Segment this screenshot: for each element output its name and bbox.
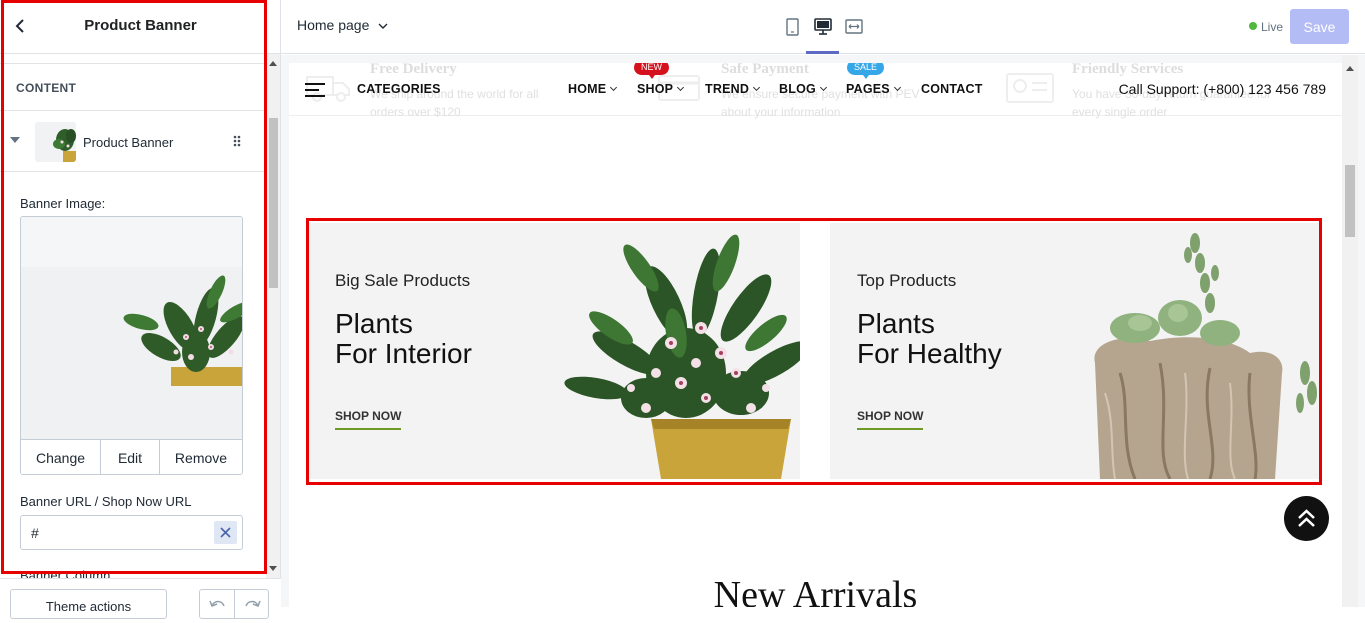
save-button[interactable]: Save — [1290, 9, 1349, 44]
new-badge: NEW — [634, 63, 669, 79]
clear-url-button[interactable] — [214, 521, 237, 544]
divider — [0, 63, 265, 64]
image-actions: Change Edit Remove — [21, 439, 242, 474]
edit-image-button[interactable]: Edit — [101, 440, 160, 474]
banner-url-label: Banner URL / Shop Now URL — [20, 494, 192, 509]
back-button[interactable] — [10, 15, 32, 37]
change-image-button[interactable]: Change — [21, 440, 101, 474]
scroll-up-icon[interactable] — [269, 61, 277, 66]
editor-sidebar: Product Banner CONTENT Product Banner Ba… — [0, 0, 281, 619]
live-status-label: Live — [1261, 20, 1284, 34]
collapse-caret-icon[interactable] — [10, 137, 20, 143]
remove-image-button[interactable]: Remove — [160, 440, 242, 474]
section-title: CONTENT — [16, 81, 77, 95]
sale-badge: SALE — [847, 63, 885, 79]
nav-item-trend[interactable]: TREND — [705, 82, 761, 96]
active-device-indicator — [806, 51, 839, 54]
image-picker: Change Edit Remove — [20, 216, 243, 475]
banner-url-input[interactable] — [31, 524, 211, 542]
banner-url-field[interactable] — [20, 515, 243, 550]
scrollbar-thumb[interactable] — [269, 118, 278, 288]
sidebar-scrollbar[interactable] — [266, 54, 280, 578]
sidebar-title: Product Banner — [84, 17, 197, 34]
undo-icon — [209, 600, 225, 607]
desktop-icon — [814, 18, 832, 35]
menu-icon[interactable] — [305, 83, 325, 97]
nav-item-contact[interactable]: CONTACT — [921, 82, 983, 96]
mobile-icon — [786, 18, 799, 36]
call-support: Call Support: (+800) 123 456 789 — [1118, 81, 1326, 97]
sidebar-footer: Theme actions — [0, 578, 281, 619]
store-navbar: CATEGORIES HOME SHOP NEW TREND BLOG PAGE… — [289, 63, 1342, 116]
shop-now-link[interactable]: SHOP NOW — [857, 409, 924, 430]
chevron-down-icon — [677, 83, 685, 92]
nav-item-home[interactable]: HOME — [568, 82, 618, 96]
block-item-product-banner[interactable]: Product Banner — [0, 111, 265, 173]
drag-handle-icon[interactable] — [232, 134, 242, 148]
chevron-down-icon — [819, 83, 827, 92]
page-selector-label: Home page — [297, 17, 370, 33]
banner-subtitle: Big Sale Products — [335, 271, 471, 290]
redo-icon — [245, 600, 261, 607]
fullscreen-view-button[interactable] — [840, 14, 868, 40]
redo-button[interactable] — [235, 590, 270, 618]
nav-item-shop[interactable]: SHOP — [637, 82, 685, 96]
preview-scrollbar[interactable] — [1342, 55, 1358, 607]
editor-topbar: Home page Live Save — [281, 0, 1365, 54]
nav-item-pages[interactable]: PAGES — [846, 82, 901, 96]
banner-image-preview — [21, 217, 242, 439]
undo-redo-group — [199, 589, 269, 619]
scroll-down-icon[interactable] — [269, 566, 277, 571]
chevron-down-icon — [378, 23, 388, 29]
nav-item-blog[interactable]: BLOG — [779, 82, 827, 96]
fullscreen-icon — [845, 19, 863, 34]
shop-now-link[interactable]: SHOP NOW — [335, 409, 402, 430]
sidebar-scroll-area: CONTENT Product Banner Banner Image: Cha… — [0, 54, 265, 574]
sidebar-header: Product Banner — [0, 0, 281, 54]
desktop-view-button[interactable] — [809, 14, 837, 40]
chevron-left-icon — [15, 19, 24, 33]
page-selector[interactable]: Home page — [297, 17, 388, 33]
undo-button[interactable] — [200, 590, 235, 618]
product-banner-2[interactable]: Top Products Plants For Healthy SHOP NOW — [830, 223, 1322, 479]
banner-subtitle: Top Products — [857, 271, 957, 290]
divider — [0, 171, 265, 172]
theme-actions-button[interactable]: Theme actions — [10, 589, 167, 619]
block-thumbnail — [35, 122, 76, 162]
plant-image — [564, 234, 800, 479]
scroll-up-icon[interactable] — [1346, 66, 1354, 71]
succulent-image — [1094, 233, 1317, 479]
nav-categories[interactable]: CATEGORIES — [357, 82, 441, 96]
back-to-top-button[interactable] — [1284, 496, 1329, 541]
mobile-view-button[interactable] — [778, 14, 806, 40]
section-heading: New Arrivals — [713, 574, 918, 607]
product-banner-1[interactable]: Big Sale Products Plants For Interior SHO… — [308, 223, 800, 479]
double-chevron-up-icon — [1298, 509, 1315, 527]
chevron-down-icon — [610, 83, 618, 92]
banner-title: Plants For Healthy — [857, 308, 1002, 369]
banner-image-label: Banner Image: — [20, 196, 106, 211]
block-label: Product Banner — [83, 135, 174, 150]
chevron-down-icon — [893, 83, 901, 92]
banner-title: Plants For Interior — [335, 308, 472, 369]
scrollbar-thumb[interactable] — [1345, 165, 1355, 237]
store-preview: Free Delivery We ship around the world f… — [289, 63, 1342, 607]
chevron-down-icon — [753, 83, 761, 92]
live-status-dot — [1249, 22, 1257, 30]
close-icon — [220, 527, 231, 538]
